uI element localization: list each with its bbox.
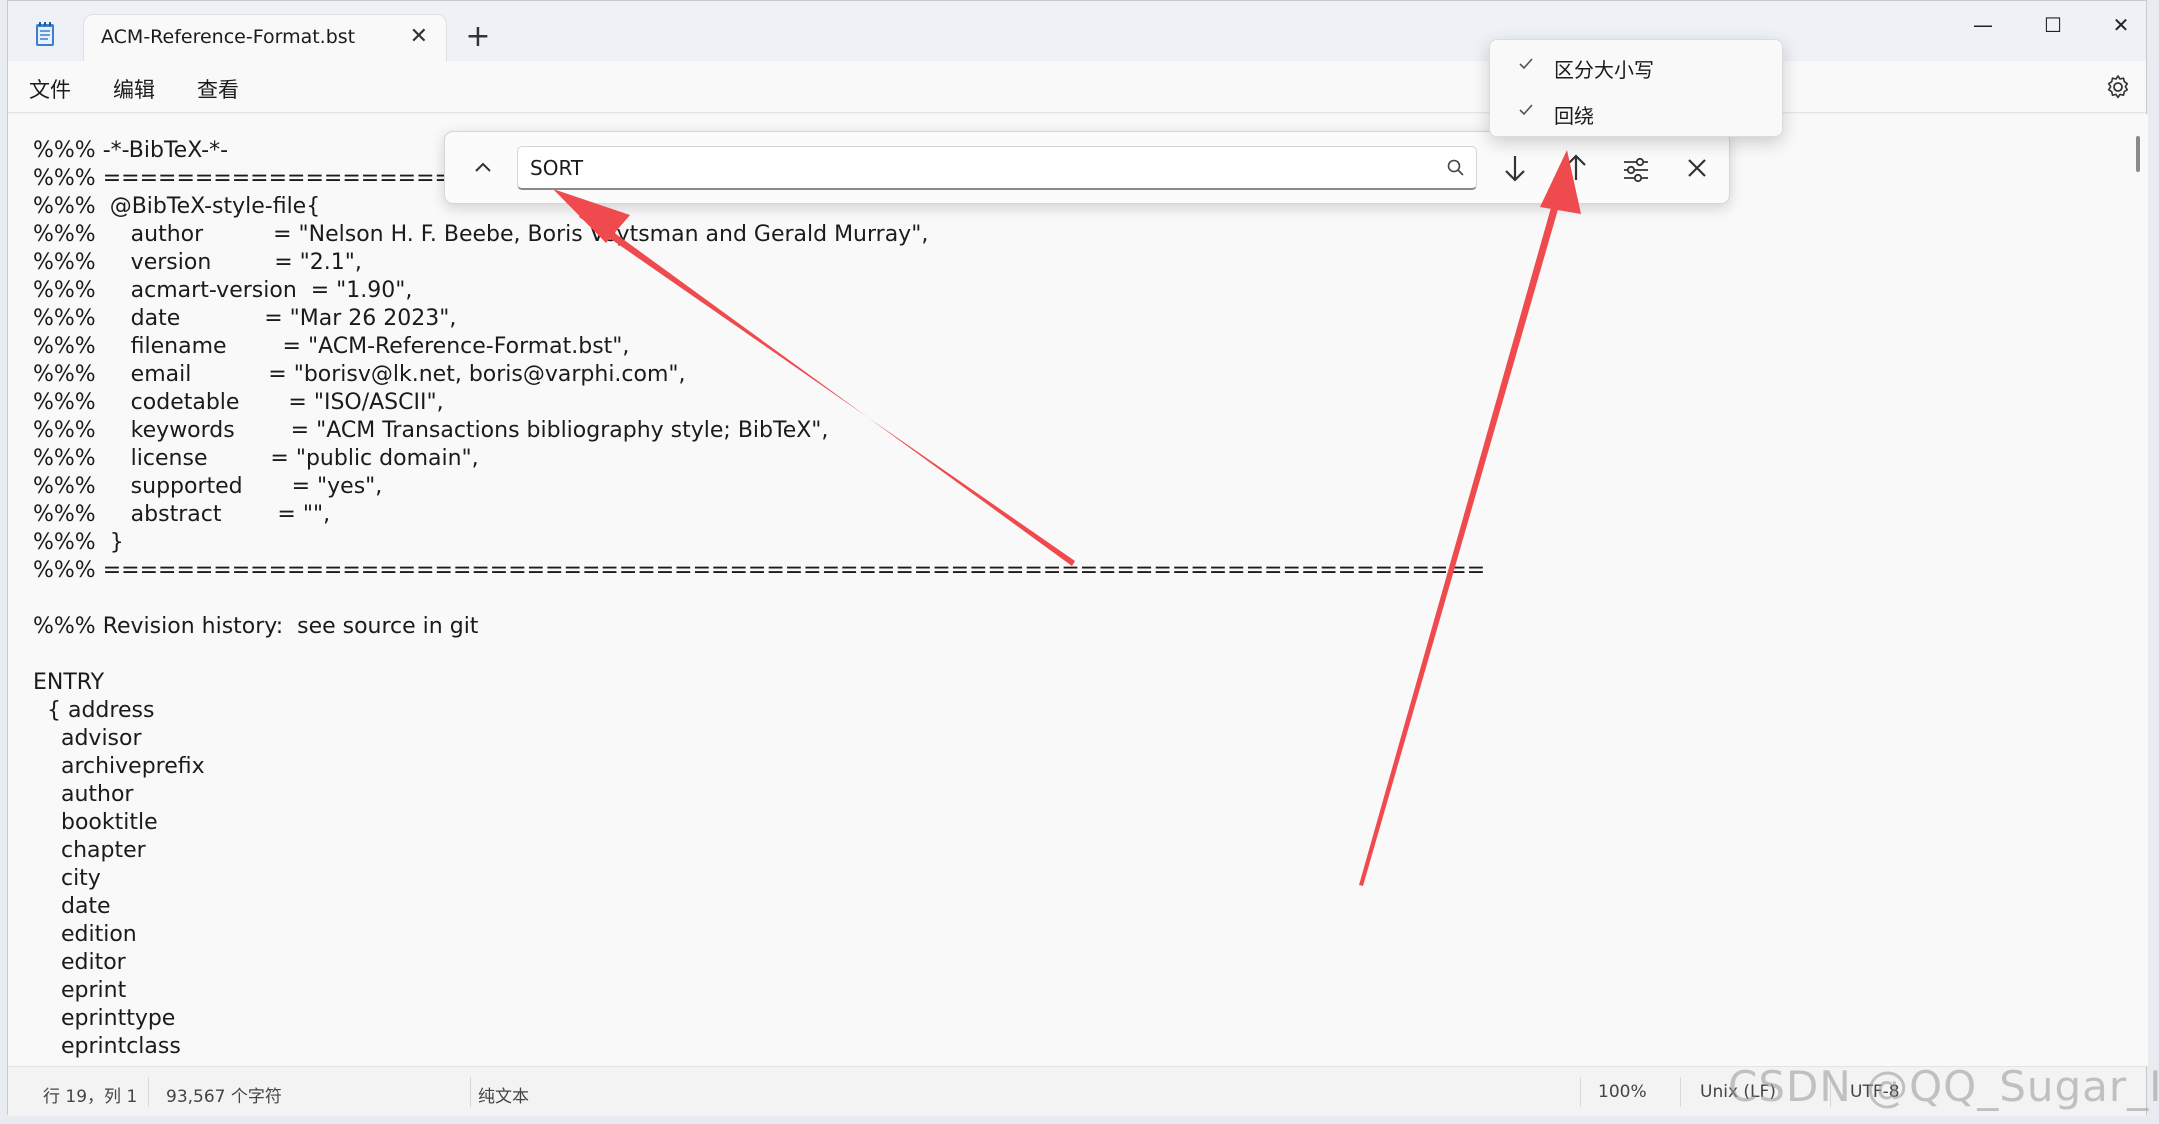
editor-line: { address bbox=[33, 698, 155, 723]
minimize-button[interactable]: — bbox=[1948, 5, 2018, 45]
editor-line: %%% abstract = "", bbox=[33, 502, 331, 527]
option-wrap-around[interactable]: 回绕 bbox=[1490, 92, 1782, 134]
cursor-position: 行 19，列 1 bbox=[43, 1087, 138, 1107]
close-window-button[interactable]: ✕ bbox=[2086, 5, 2156, 45]
scrollbar-thumb[interactable] bbox=[2136, 136, 2140, 172]
search-icon[interactable] bbox=[1446, 158, 1466, 178]
editor-line: %%% supported = "yes", bbox=[33, 474, 383, 499]
text-editor[interactable]: %%% -*-BibTeX-*-%%% ====================… bbox=[8, 114, 2127, 1066]
editor-line: eprinttype bbox=[33, 1006, 176, 1031]
title-bar: ACM-Reference-Format.bst ✕ + — ☐ ✕ bbox=[8, 1, 2146, 61]
status-divider bbox=[470, 1077, 471, 1107]
editor-line: ENTRY bbox=[33, 670, 105, 695]
editor-line: archiveprefix bbox=[33, 754, 205, 779]
watermark: CSDN @QQ_Sugar_ICT bbox=[1728, 1062, 2159, 1111]
editor-line: advisor bbox=[33, 726, 142, 751]
status-divider bbox=[1680, 1077, 1681, 1107]
new-tab-button[interactable]: + bbox=[460, 19, 496, 55]
editor-line: %%% filename = "ACM-Reference-Format.bst… bbox=[33, 334, 630, 359]
editor-line: edition bbox=[33, 922, 137, 947]
editor-line: editor bbox=[33, 950, 126, 975]
editor-line: chapter bbox=[33, 838, 146, 863]
menu-view[interactable]: 查看 bbox=[197, 74, 239, 104]
option-label: 回绕 bbox=[1554, 104, 1594, 128]
editor-line: date bbox=[33, 894, 111, 919]
checkmark-icon bbox=[1519, 58, 1533, 70]
editor-line: %%% version = "2.1", bbox=[33, 250, 362, 275]
editor-line: eprint bbox=[33, 978, 127, 1003]
find-field[interactable] bbox=[517, 146, 1477, 190]
status-divider bbox=[148, 1077, 149, 1107]
editor-line: %%% } bbox=[33, 530, 124, 555]
maximize-button[interactable]: ☐ bbox=[2018, 5, 2088, 45]
settings-gear-icon[interactable] bbox=[2104, 73, 2132, 101]
option-match-case[interactable]: 区分大小写 bbox=[1490, 46, 1782, 88]
find-previous-arrow-up-icon[interactable] bbox=[1556, 148, 1596, 188]
editor-line: %%% ====================================… bbox=[33, 558, 1486, 583]
search-options-menu: 区分大小写 回绕 bbox=[1489, 39, 1783, 137]
zoom-level[interactable]: 100% bbox=[1598, 1082, 1647, 1102]
editor-line: %%% date = "Mar 26 2023", bbox=[33, 306, 457, 331]
editor-line: %%% author = "Nelson H. F. Beebe, Boris … bbox=[33, 222, 929, 247]
editor-line: %%% license = "public domain", bbox=[33, 446, 479, 471]
vertical-scrollbar[interactable] bbox=[2127, 114, 2148, 1066]
toggle-replace-chevron-up-icon[interactable] bbox=[465, 150, 501, 186]
editor-line: %%% Revision history: see source in git bbox=[33, 614, 479, 639]
editor-line: city bbox=[33, 866, 101, 891]
find-close-icon[interactable] bbox=[1677, 148, 1717, 188]
menu-bar: 文件 编辑 查看 bbox=[8, 61, 2146, 113]
editor-content: %%% -*-BibTeX-*-%%% ====================… bbox=[33, 137, 1485, 1061]
notepad-window: ACM-Reference-Format.bst ✕ + — ☐ ✕ 文件 编辑… bbox=[7, 0, 2148, 1116]
editor-line: %%% acmart-version = "1.90", bbox=[33, 278, 413, 303]
text-format: 纯文本 bbox=[478, 1087, 529, 1107]
find-next-arrow-down-icon[interactable] bbox=[1495, 148, 1535, 188]
option-label: 区分大小写 bbox=[1554, 58, 1654, 82]
editor-line: %%% email = "borisv@lk.net, boris@varphi… bbox=[33, 362, 686, 387]
editor-line: %%% codetable = "ISO/ASCII", bbox=[33, 390, 444, 415]
search-options-sliders-icon[interactable] bbox=[1616, 148, 1656, 188]
editor-line: %%% keywords = "ACM Transactions bibliog… bbox=[33, 418, 829, 443]
tab-title: ACM-Reference-Format.bst bbox=[101, 26, 356, 48]
menu-file[interactable]: 文件 bbox=[29, 74, 71, 104]
file-tab[interactable]: ACM-Reference-Format.bst ✕ bbox=[83, 14, 447, 61]
find-input[interactable] bbox=[530, 153, 1430, 183]
editor-line: eprintclass bbox=[33, 1034, 181, 1059]
find-bar bbox=[444, 131, 1730, 204]
status-divider bbox=[1580, 1077, 1581, 1107]
menu-edit[interactable]: 编辑 bbox=[113, 74, 155, 104]
notepad-app-icon bbox=[36, 22, 54, 46]
tab-close-icon[interactable]: ✕ bbox=[410, 24, 428, 49]
editor-line: booktitle bbox=[33, 810, 158, 835]
checkmark-icon bbox=[1519, 104, 1533, 116]
char-count: 93,567 个字符 bbox=[166, 1087, 282, 1107]
editor-line: author bbox=[33, 782, 134, 807]
